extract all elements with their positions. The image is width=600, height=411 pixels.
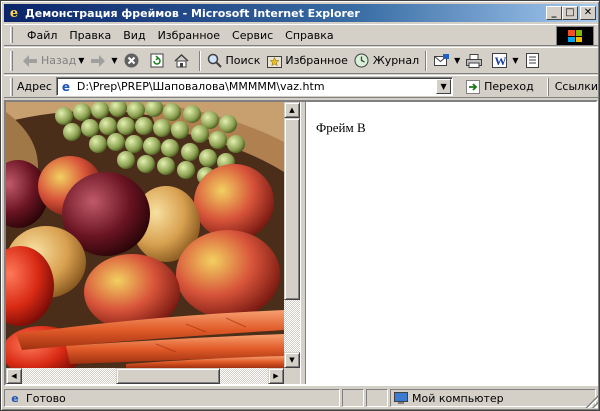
frame-a-vertical-scrollbar[interactable]: ▲ ▼ <box>284 102 300 368</box>
vertical-scroll-thumb[interactable] <box>284 118 300 300</box>
address-url[interactable]: D:\Prep\PREP\Шаповалова\MMMMM\vaz.htm <box>77 80 325 93</box>
windows-logo <box>556 26 594 46</box>
status-panel-lock <box>366 389 388 407</box>
arrow-down-icon: ▼ <box>289 356 295 364</box>
address-label: Адрес <box>16 80 52 93</box>
toolbar-separator <box>425 50 428 71</box>
edit-dropdown-icon[interactable]: ▼ <box>512 56 518 65</box>
menu-bar-grip[interactable] <box>10 27 13 43</box>
scroll-up-button[interactable]: ▲ <box>284 102 300 118</box>
forward-arrow-icon <box>90 53 106 69</box>
address-bar-grip[interactable] <box>10 77 13 96</box>
menu-help[interactable]: Справка <box>279 27 339 44</box>
stop-button[interactable] <box>121 50 146 72</box>
close-button[interactable]: ✕ <box>580 6 596 20</box>
frame-b-text: Фрейм В <box>316 120 366 135</box>
scroll-right-button[interactable]: ▶ <box>268 368 284 384</box>
history-button[interactable]: Журнал <box>351 50 422 72</box>
status-text-cell: e Готово <box>4 389 340 407</box>
close-icon: ✕ <box>583 7 593 18</box>
home-button[interactable] <box>171 50 196 72</box>
title-bar[interactable]: e Демонстрация фреймов - Microsoft Inter… <box>4 4 598 22</box>
home-icon <box>174 53 190 69</box>
chevron-down-icon: ▼ <box>440 82 447 91</box>
window-title: Демонстрация фреймов - Microsoft Interne… <box>25 6 360 20</box>
menu-view[interactable]: Вид <box>117 27 151 44</box>
edit-icon: W <box>491 53 507 69</box>
discuss-button[interactable] <box>521 50 546 72</box>
links-label: Ссылки <box>554 80 598 93</box>
address-bar: Адрес e D:\Prep\PREP\Шаповалова\MMMMM\va… <box>4 75 598 98</box>
internet-explorer-icon: e <box>9 5 19 21</box>
back-arrow-icon <box>22 53 38 69</box>
security-zone: Мой компьютер <box>412 391 504 405</box>
scroll-left-button[interactable]: ◀ <box>6 368 22 384</box>
frame-b: Фрейм В <box>306 102 596 384</box>
security-zone-cell[interactable]: Мой компьютер <box>390 389 596 407</box>
page-icon: e <box>61 79 70 94</box>
print-button[interactable] <box>463 50 488 72</box>
arrow-left-icon: ◀ <box>11 372 17 380</box>
favorites-label: Избранное <box>285 54 348 67</box>
resize-grip[interactable] <box>585 395 598 408</box>
browser-window: e Демонстрация фреймов - Microsoft Inter… <box>0 0 600 411</box>
horizontal-scroll-thumb[interactable] <box>116 368 220 384</box>
page-content: ▲ ▼ ◀ ▶ Фрейм В <box>4 100 598 386</box>
forward-button[interactable]: ▼ <box>87 50 120 72</box>
back-label: Назад <box>41 54 77 67</box>
history-label: Журнал <box>372 54 420 67</box>
toolbar-grip[interactable] <box>10 50 13 71</box>
favorites-icon <box>266 53 282 69</box>
standard-toolbar: Назад ▼ ▼ Поиск Избранное Журнал ▼ W ▼ <box>4 47 598 74</box>
minimize-button[interactable]: _ <box>546 6 562 20</box>
mail-dropdown-icon[interactable]: ▼ <box>454 56 460 65</box>
windows-flag-icon <box>568 30 582 42</box>
menu-bar: Файл Правка Вид Избранное Сервис Справка <box>4 24 598 46</box>
go-arrow-icon <box>465 79 481 95</box>
minimize-icon: _ <box>551 7 557 18</box>
refresh-icon <box>149 53 165 69</box>
fruit-basket-image <box>6 102 284 368</box>
print-icon <box>466 53 483 69</box>
window-controls: _ □ ✕ <box>546 6 596 20</box>
computer-icon <box>394 391 408 405</box>
go-button[interactable]: Переход <box>465 79 534 95</box>
status-panel-progress <box>342 389 364 407</box>
address-dropdown-button[interactable]: ▼ <box>436 79 452 94</box>
discuss-icon <box>524 53 540 69</box>
menu-tools[interactable]: Сервис <box>226 27 279 44</box>
mail-icon <box>433 53 449 69</box>
search-label: Поиск <box>225 54 261 67</box>
status-text: Готово <box>26 391 66 405</box>
arrow-up-icon: ▲ <box>289 106 295 114</box>
maximize-icon: □ <box>565 7 575 18</box>
forward-dropdown-icon[interactable]: ▼ <box>111 56 117 65</box>
back-dropdown-icon[interactable]: ▼ <box>78 56 84 65</box>
go-label: Переход <box>484 80 534 93</box>
links-button[interactable]: Ссылки <box>547 77 598 96</box>
menu-edit[interactable]: Правка <box>63 27 117 44</box>
arrow-right-icon: ▶ <box>273 372 279 380</box>
mail-button[interactable]: ▼ <box>430 50 463 72</box>
address-input[interactable]: e D:\Prep\PREP\Шаповалова\MMMMM\vaz.htm … <box>55 77 454 96</box>
favorites-button[interactable]: Избранное <box>263 50 350 72</box>
refresh-button[interactable] <box>146 50 171 72</box>
status-bar: e Готово Мой компьютер <box>4 388 598 408</box>
search-button[interactable]: Поиск <box>204 50 264 72</box>
menu-favorites[interactable]: Избранное <box>152 27 226 44</box>
scroll-down-button[interactable]: ▼ <box>284 352 300 368</box>
toolbar-separator <box>198 50 201 71</box>
frame-a: ▲ ▼ ◀ ▶ <box>6 102 300 384</box>
menu-file[interactable]: Файл <box>21 27 63 44</box>
stop-icon <box>124 53 140 69</box>
maximize-button[interactable]: □ <box>562 6 578 20</box>
back-button[interactable]: Назад ▼ <box>19 50 87 72</box>
edit-button[interactable]: W ▼ <box>488 50 521 72</box>
scrollbar-corner <box>284 368 300 384</box>
search-icon <box>207 53 223 69</box>
frame-a-horizontal-scrollbar[interactable]: ◀ ▶ <box>6 368 284 384</box>
history-icon <box>354 53 370 69</box>
svg-text:W: W <box>494 54 506 68</box>
page-done-icon: e <box>11 391 19 405</box>
